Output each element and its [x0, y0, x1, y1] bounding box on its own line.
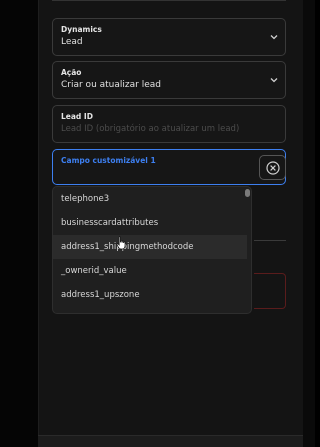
hand-pointer-icon	[116, 236, 126, 250]
acao-value: Criar ou atualizar lead	[61, 80, 161, 90]
lead-id-placeholder: Lead ID (obrigatório ao atualizar um lea…	[61, 124, 240, 134]
dropdown-option-hovered[interactable]: address1_shippingmethodcode	[53, 235, 247, 259]
dynamics-select[interactable]: Dynamics Lead	[52, 18, 286, 56]
clear-field-button[interactable]	[259, 155, 286, 180]
dynamics-value: Lead	[61, 37, 83, 47]
left-rail	[0, 0, 38, 447]
hidden-error-box	[254, 273, 286, 309]
chevron-down-icon	[270, 78, 278, 83]
bottom-bar	[38, 435, 303, 447]
dropdown-option[interactable]: fullname	[53, 307, 247, 313]
dynamics-label: Dynamics	[61, 25, 102, 34]
campo-customizavel-select[interactable]: Campo customizável 1	[52, 149, 286, 185]
acao-select[interactable]: Ação Criar ou atualizar lead	[52, 61, 286, 99]
lead-id-label: Lead ID	[61, 112, 93, 121]
top-divider	[52, 0, 286, 1]
hidden-divider	[254, 240, 286, 241]
dropdown-option[interactable]: address1_upszone	[53, 283, 247, 307]
right-rail	[303, 0, 315, 447]
dropdown-option[interactable]: _ownerid_value	[53, 259, 247, 283]
acao-label: Ação	[61, 68, 82, 77]
campo-customizavel-label: Campo customizável 1	[61, 156, 156, 165]
field-options-dropdown[interactable]: telephone3 businesscardattributes addres…	[52, 186, 252, 314]
dropdown-option[interactable]: telephone3	[53, 187, 247, 211]
chevron-down-icon	[270, 35, 278, 40]
dropdown-option[interactable]: businesscardattributes	[53, 211, 247, 235]
close-circle-icon	[266, 161, 280, 175]
lead-id-input[interactable]: Lead ID Lead ID (obrigatório ao atualiza…	[52, 105, 286, 143]
